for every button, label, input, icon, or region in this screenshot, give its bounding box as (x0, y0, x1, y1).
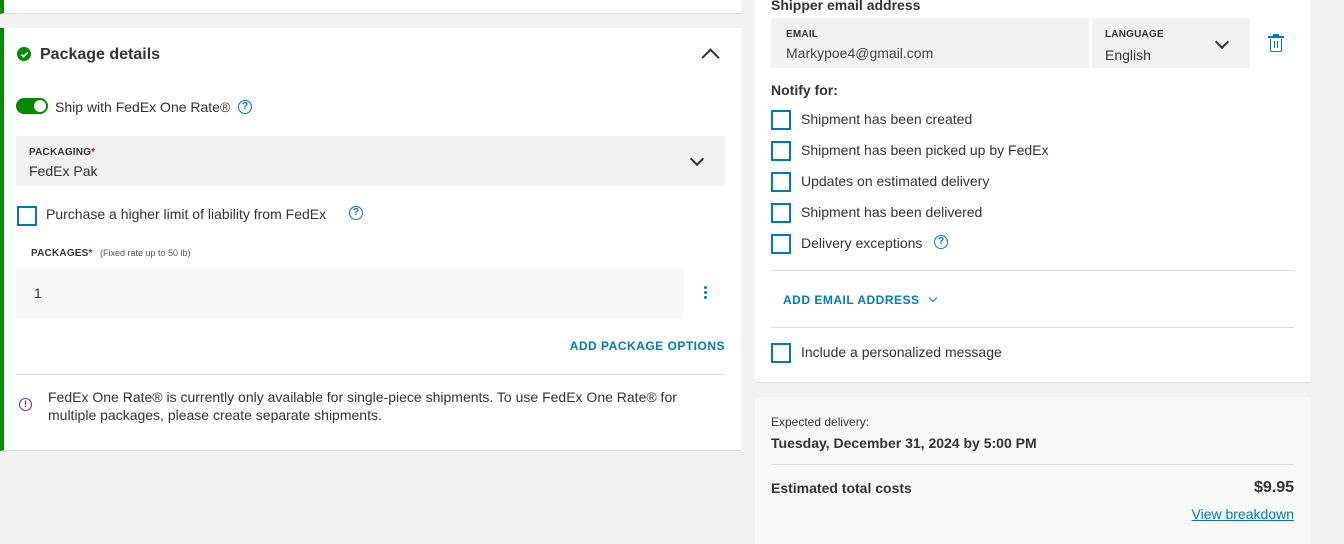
add-email-address-label: ADD EMAIL ADDRESS (783, 293, 920, 307)
collapse-section-button[interactable] (696, 44, 726, 67)
email-value: Markypoe4@gmail.com (786, 45, 934, 61)
view-breakdown-link[interactable]: View breakdown (1192, 506, 1294, 522)
language-label: LANGUAGE (1105, 29, 1164, 40)
notify-estimated-delivery-label: Updates on estimated delivery (801, 173, 990, 189)
shipper-email-title: Shipper email address (771, 0, 921, 13)
receipt-edge (755, 394, 1310, 400)
packages-value: 1 (34, 285, 42, 301)
notify-picked-up-label: Shipment has been picked up by FedEx (801, 142, 1049, 158)
divider (771, 270, 1294, 271)
check-circle-icon (17, 47, 31, 61)
one-rate-info-message: FedEx One Rate® is currently only availa… (48, 389, 677, 423)
add-package-options-link[interactable]: ADD PACKAGE OPTIONS (570, 339, 725, 353)
packaging-label: PACKAGING* (29, 147, 96, 158)
language-select[interactable]: LANGUAGE English (1092, 18, 1250, 68)
one-rate-toggle[interactable] (16, 98, 48, 114)
notify-title: Notify for: (771, 82, 838, 98)
notify-exceptions-checkbox[interactable] (771, 234, 791, 254)
packages-label: PACKAGES* (31, 248, 93, 259)
divider (771, 327, 1294, 328)
language-value: English (1105, 47, 1151, 63)
personal-message-label: Include a personalized message (801, 344, 1002, 360)
one-rate-toggle-label: Ship with FedEx One Rate® (55, 99, 231, 115)
package-details-panel: Package details Ship with FedEx One Rate… (0, 28, 741, 451)
package-more-options-icon[interactable] (704, 286, 707, 301)
packages-input[interactable]: 1 (16, 268, 683, 318)
notify-created-label: Shipment has been created (801, 111, 973, 127)
divider (771, 464, 1294, 465)
delete-email-button[interactable] (1268, 34, 1284, 52)
email-label: EMAIL (786, 29, 819, 40)
packaging-value: FedEx Pak (29, 163, 98, 179)
chevron-up-icon (701, 48, 720, 67)
add-email-address-button[interactable]: ADD EMAIL ADDRESS (783, 291, 938, 309)
chevron-down-icon (928, 293, 938, 303)
trash-icon (1268, 34, 1284, 52)
shipper-email-panel: Shipper email address EMAIL Markypoe4@gm… (755, 0, 1310, 383)
notify-exceptions-label: Delivery exceptions (801, 235, 923, 251)
personal-message-checkbox[interactable] (771, 343, 791, 363)
estimated-total-label: Estimated total costs (771, 480, 912, 496)
notify-picked-up-checkbox[interactable] (771, 141, 791, 161)
package-details-title: Package details (40, 46, 161, 63)
toggle-knob (34, 100, 46, 112)
previous-section-panel (0, 0, 741, 14)
expected-delivery-value: Tuesday, December 31, 2024 by 5:00 PM (771, 435, 1037, 451)
notify-delivered-label: Shipment has been delivered (801, 204, 983, 220)
notify-created-checkbox[interactable] (771, 110, 791, 130)
one-rate-help-icon[interactable]: ? (238, 100, 252, 114)
packaging-select[interactable]: PACKAGING* FedEx Pak (16, 136, 725, 186)
notify-estimated-delivery-checkbox[interactable] (771, 172, 791, 192)
liability-help-icon[interactable]: ? (349, 206, 363, 220)
packages-hint: (Fixed rate up to 50 lb) (100, 248, 191, 258)
liability-label: Purchase a higher limit of liability fro… (46, 206, 327, 222)
info-icon: ! (19, 398, 32, 411)
email-input[interactable]: EMAIL Markypoe4@gmail.com (771, 18, 1089, 68)
chevron-down-icon (689, 151, 705, 167)
notify-delivered-checkbox[interactable] (771, 203, 791, 223)
estimated-total-value: $9.95 (1253, 479, 1294, 496)
exceptions-help-icon[interactable]: ? (934, 235, 948, 249)
divider (16, 374, 725, 375)
chevron-down-icon (1214, 34, 1230, 50)
expected-delivery-label: Expected delivery: (771, 415, 870, 429)
liability-checkbox[interactable] (17, 206, 37, 226)
shipment-summary-panel: Expected delivery: Tuesday, December 31,… (755, 394, 1310, 544)
